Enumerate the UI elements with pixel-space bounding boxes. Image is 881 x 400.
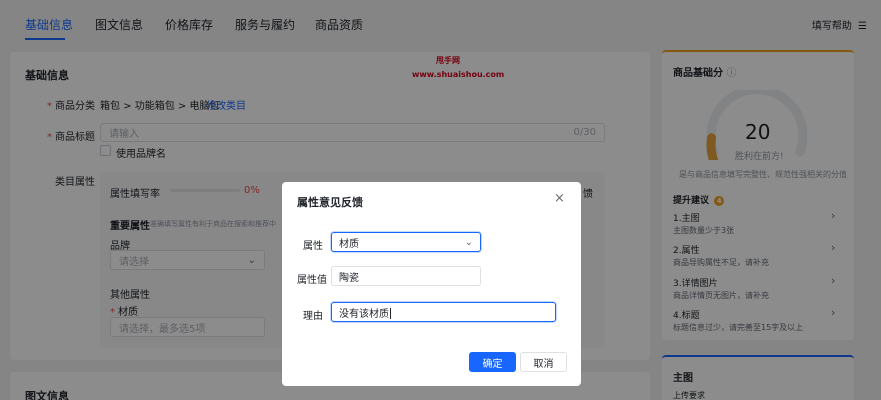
feedback-modal: 属性意见反馈 × 属性 材质 ⌄ 属性值 陶瓷 理由 没有该材质 确定 取消	[282, 182, 581, 386]
reason-text: 没有该材质	[339, 305, 391, 320]
chevron-down-icon: ⌄	[464, 236, 473, 248]
reason-input[interactable]: 没有该材质	[331, 302, 556, 322]
close-icon[interactable]: ×	[554, 191, 565, 206]
attr-value-text: 陶瓷	[339, 272, 359, 284]
attr-select[interactable]: 材质 ⌄	[331, 232, 481, 252]
confirm-button[interactable]: 确定	[469, 352, 516, 372]
attr-value-input[interactable]: 陶瓷	[331, 266, 481, 286]
attr-value-label: 属性值	[297, 275, 327, 286]
attr-label: 属性	[303, 241, 323, 252]
reason-label: 理由	[303, 311, 323, 322]
modal-title: 属性意见反馈	[297, 196, 363, 209]
attr-select-value: 材质	[339, 238, 359, 250]
cancel-button[interactable]: 取消	[520, 352, 567, 372]
reason-value: 没有该材质	[339, 308, 389, 320]
text-cursor	[390, 308, 391, 319]
